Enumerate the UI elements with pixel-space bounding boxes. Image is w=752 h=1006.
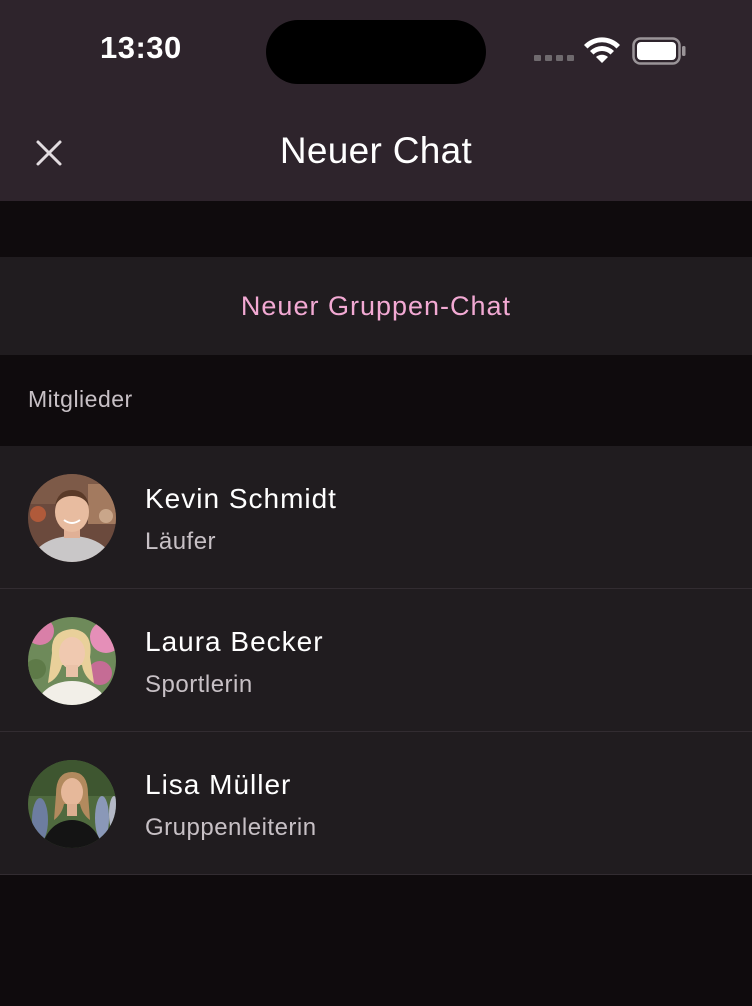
member-name: Kevin Schmidt [145, 483, 337, 514]
member-role: Läufer [145, 528, 217, 555]
member-name: Lisa Müller [145, 769, 292, 800]
new-chat-screen: 13:30 Neuer Chat Neuer Gruppen-Chat Mitg… [0, 0, 752, 1006]
page-title: Neuer Chat [279, 130, 473, 171]
member-role: Gruppenleiterin [145, 814, 317, 841]
avatar [28, 474, 116, 562]
dynamic-island [266, 20, 486, 84]
member-name: Laura Becker [145, 626, 324, 657]
avatar [28, 760, 116, 848]
cellular-signal-icon [534, 55, 574, 61]
wifi-icon [584, 37, 620, 63]
member-role: Sportlerin [145, 671, 253, 698]
new-group-chat-button[interactable]: Neuer Gruppen-Chat [0, 257, 752, 355]
member-list: Kevin Schmidt Läufer Laura Becker Sportl [0, 446, 752, 875]
members-section-label: Mitglieder [28, 386, 133, 412]
member-row-laura-becker[interactable]: Laura Becker Sportlerin [0, 589, 752, 732]
member-row-kevin-schmidt[interactable]: Kevin Schmidt Läufer [0, 446, 752, 589]
battery-icon [632, 37, 686, 65]
member-row-lisa-mueller[interactable]: Lisa Müller Gruppenleiterin [0, 732, 752, 875]
avatar [28, 617, 116, 705]
status-time: 13:30 [100, 30, 182, 65]
header-area: 13:30 Neuer Chat [0, 0, 752, 201]
